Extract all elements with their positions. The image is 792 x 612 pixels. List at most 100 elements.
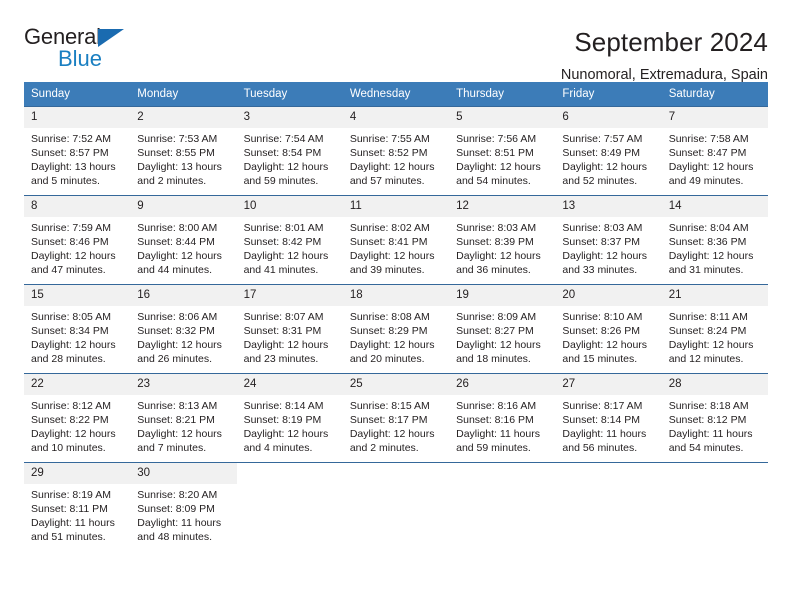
day-cell[interactable]: 5 Sunrise: 7:56 AM Sunset: 8:51 PM Dayli… (449, 106, 556, 196)
day-number: 26 (449, 374, 556, 395)
sunset-text: Sunset: 8:55 PM (137, 146, 215, 159)
day-cell[interactable]: 22 Sunrise: 8:12 AM Sunset: 8:22 PM Dayl… (24, 373, 131, 463)
weekday-header-monday: Monday (130, 82, 237, 107)
day-number: 5 (449, 107, 556, 128)
day-cell[interactable]: 20 Sunrise: 8:10 AM Sunset: 8:26 PM Dayl… (555, 284, 662, 374)
sunrise-text: Sunrise: 8:19 AM (31, 488, 111, 501)
day-number: 3 (236, 107, 343, 128)
day-cell[interactable]: 19 Sunrise: 8:09 AM Sunset: 8:27 PM Dayl… (449, 284, 556, 374)
calendar-week-row: 1 Sunrise: 7:52 AM Sunset: 8:57 PM Dayli… (24, 106, 768, 196)
daylight-text-line2: and 10 minutes. (31, 442, 106, 455)
day-details: Sunrise: 7:54 AM Sunset: 8:54 PM Dayligh… (237, 128, 343, 189)
calendar-week-row: 22 Sunrise: 8:12 AM Sunset: 8:22 PM Dayl… (24, 373, 768, 463)
day-cell[interactable]: 23 Sunrise: 8:13 AM Sunset: 8:21 PM Dayl… (130, 373, 237, 463)
logo-word-general: General (24, 24, 101, 49)
weekday-header-friday: Friday (555, 82, 662, 107)
sunrise-text: Sunrise: 7:59 AM (31, 221, 111, 234)
day-cell[interactable]: 18 Sunrise: 8:08 AM Sunset: 8:29 PM Dayl… (342, 284, 450, 374)
daylight-text-line2: and 41 minutes. (243, 264, 319, 277)
day-details: Sunrise: 8:09 AM Sunset: 8:27 PM Dayligh… (449, 306, 555, 367)
day-details: Sunrise: 7:52 AM Sunset: 8:57 PM Dayligh… (24, 128, 130, 189)
sunset-text: Sunset: 8:09 PM (137, 502, 215, 515)
day-details: Sunrise: 8:19 AM Sunset: 8:11 PM Dayligh… (24, 484, 130, 545)
day-cell[interactable]: 25 Sunrise: 8:15 AM Sunset: 8:17 PM Dayl… (342, 373, 450, 463)
daylight-text-line1: Daylight: 12 hours (243, 339, 329, 352)
daylight-text-line1: Daylight: 12 hours (31, 339, 116, 352)
day-details: Sunrise: 7:56 AM Sunset: 8:51 PM Dayligh… (449, 128, 555, 189)
day-details: Sunrise: 8:02 AM Sunset: 8:41 PM Dayligh… (343, 217, 449, 278)
daylight-text-line1: Daylight: 12 hours (31, 428, 116, 441)
sunrise-text: Sunrise: 8:01 AM (243, 221, 324, 234)
daylight-text-line2: and 4 minutes. (243, 442, 313, 455)
daylight-text-line2: and 48 minutes. (137, 531, 212, 544)
sunset-text: Sunset: 8:29 PM (349, 324, 428, 337)
day-cell[interactable]: 9 Sunrise: 8:00 AM Sunset: 8:44 PM Dayli… (130, 195, 237, 285)
sunset-text: Sunset: 8:11 PM (31, 502, 108, 515)
day-number: 17 (236, 285, 343, 306)
daylight-text-line2: and 15 minutes. (562, 353, 638, 366)
day-cell[interactable]: 26 Sunrise: 8:16 AM Sunset: 8:16 PM Dayl… (449, 373, 556, 463)
calendar-week-row: 29 Sunrise: 8:19 AM Sunset: 8:11 PM Dayl… (24, 462, 768, 552)
day-number (343, 463, 449, 482)
weekday-header-saturday: Saturday (661, 82, 768, 107)
daylight-text-line1: Daylight: 12 hours (349, 250, 435, 263)
day-details: Sunrise: 8:07 AM Sunset: 8:31 PM Dayligh… (237, 306, 343, 367)
day-details: Sunrise: 8:00 AM Sunset: 8:44 PM Dayligh… (130, 217, 236, 278)
daylight-text-line1: Daylight: 13 hours (137, 161, 222, 174)
day-details: Sunrise: 7:59 AM Sunset: 8:46 PM Dayligh… (24, 217, 130, 278)
day-number: 15 (24, 285, 131, 306)
day-details: Sunrise: 8:05 AM Sunset: 8:34 PM Dayligh… (24, 306, 130, 367)
sunrise-text: Sunrise: 8:00 AM (137, 221, 218, 234)
day-cell[interactable]: 11 Sunrise: 8:02 AM Sunset: 8:41 PM Dayl… (342, 195, 450, 285)
calendar-page: General Blue September 2024 Nunomoral, E… (0, 0, 792, 612)
sunrise-text: Sunrise: 7:56 AM (456, 132, 537, 145)
day-cell[interactable]: 16 Sunrise: 8:06 AM Sunset: 8:32 PM Dayl… (130, 284, 237, 374)
day-cell[interactable]: 10 Sunrise: 8:01 AM Sunset: 8:42 PM Dayl… (236, 195, 343, 285)
logo-word-blue: Blue (58, 46, 103, 71)
daylight-text-line1: Daylight: 12 hours (349, 428, 435, 441)
sunrise-text: Sunrise: 7:54 AM (243, 132, 324, 145)
daylight-text-line2: and 44 minutes. (137, 264, 212, 277)
day-cell[interactable]: 15 Sunrise: 8:05 AM Sunset: 8:34 PM Dayl… (24, 284, 131, 374)
day-cell[interactable]: 4 Sunrise: 7:55 AM Sunset: 8:52 PM Dayli… (342, 106, 450, 196)
day-cell[interactable]: 2 Sunrise: 7:53 AM Sunset: 8:55 PM Dayli… (130, 106, 237, 196)
day-cell[interactable]: 29 Sunrise: 8:19 AM Sunset: 8:11 PM Dayl… (24, 462, 131, 552)
day-cell[interactable]: 14 Sunrise: 8:04 AM Sunset: 8:36 PM Dayl… (661, 195, 768, 285)
calendar-table: Sunday Monday Tuesday Wednesday Thursday… (24, 82, 768, 552)
daylight-text-line2: and 28 minutes. (31, 353, 106, 366)
day-cell[interactable]: 21 Sunrise: 8:11 AM Sunset: 8:24 PM Dayl… (661, 284, 768, 374)
day-number: 18 (342, 285, 450, 306)
day-cell[interactable]: 8 Sunrise: 7:59 AM Sunset: 8:46 PM Dayli… (24, 195, 131, 285)
day-details: Sunrise: 8:16 AM Sunset: 8:16 PM Dayligh… (449, 395, 555, 456)
day-cell[interactable]: 30 Sunrise: 8:20 AM Sunset: 8:09 PM Dayl… (130, 462, 237, 552)
day-number: 29 (24, 463, 131, 484)
day-cell[interactable]: 1 Sunrise: 7:52 AM Sunset: 8:57 PM Dayli… (24, 106, 131, 196)
sunrise-text: Sunrise: 8:20 AM (137, 488, 218, 501)
day-number: 1 (24, 107, 131, 128)
day-cell[interactable]: 28 Sunrise: 8:18 AM Sunset: 8:12 PM Dayl… (661, 373, 768, 463)
sunrise-text: Sunrise: 8:10 AM (562, 310, 643, 323)
calendar-body: 1 Sunrise: 7:52 AM Sunset: 8:57 PM Dayli… (24, 106, 768, 552)
day-details: Sunrise: 8:03 AM Sunset: 8:37 PM Dayligh… (555, 217, 661, 278)
generalblue-logo[interactable]: General Blue (24, 26, 144, 76)
day-cell[interactable]: 17 Sunrise: 8:07 AM Sunset: 8:31 PM Dayl… (236, 284, 343, 374)
sunset-text: Sunset: 8:37 PM (562, 235, 641, 248)
sunset-text: Sunset: 8:54 PM (243, 146, 322, 159)
day-details: Sunrise: 8:10 AM Sunset: 8:26 PM Dayligh… (555, 306, 661, 367)
sunset-text: Sunset: 8:51 PM (456, 146, 534, 159)
calendar-week-row: 15 Sunrise: 8:05 AM Sunset: 8:34 PM Dayl… (24, 284, 768, 374)
day-details: Sunrise: 8:13 AM Sunset: 8:21 PM Dayligh… (130, 395, 236, 456)
day-number (662, 463, 768, 482)
day-number: 11 (342, 196, 450, 217)
day-details: Sunrise: 8:03 AM Sunset: 8:39 PM Dayligh… (449, 217, 555, 278)
day-number: 20 (555, 285, 662, 306)
day-cell[interactable]: 3 Sunrise: 7:54 AM Sunset: 8:54 PM Dayli… (236, 106, 343, 196)
day-number: 6 (555, 107, 662, 128)
day-cell[interactable]: 6 Sunrise: 7:57 AM Sunset: 8:49 PM Dayli… (555, 106, 662, 196)
day-cell[interactable]: 12 Sunrise: 8:03 AM Sunset: 8:39 PM Dayl… (449, 195, 556, 285)
day-cell[interactable]: 27 Sunrise: 8:17 AM Sunset: 8:14 PM Dayl… (555, 373, 662, 463)
day-cell[interactable]: 13 Sunrise: 8:03 AM Sunset: 8:37 PM Dayl… (555, 195, 662, 285)
sunrise-text: Sunrise: 7:58 AM (668, 132, 749, 145)
day-cell[interactable]: 24 Sunrise: 8:14 AM Sunset: 8:19 PM Dayl… (236, 373, 343, 463)
day-cell[interactable]: 7 Sunrise: 7:58 AM Sunset: 8:47 PM Dayli… (661, 106, 768, 196)
